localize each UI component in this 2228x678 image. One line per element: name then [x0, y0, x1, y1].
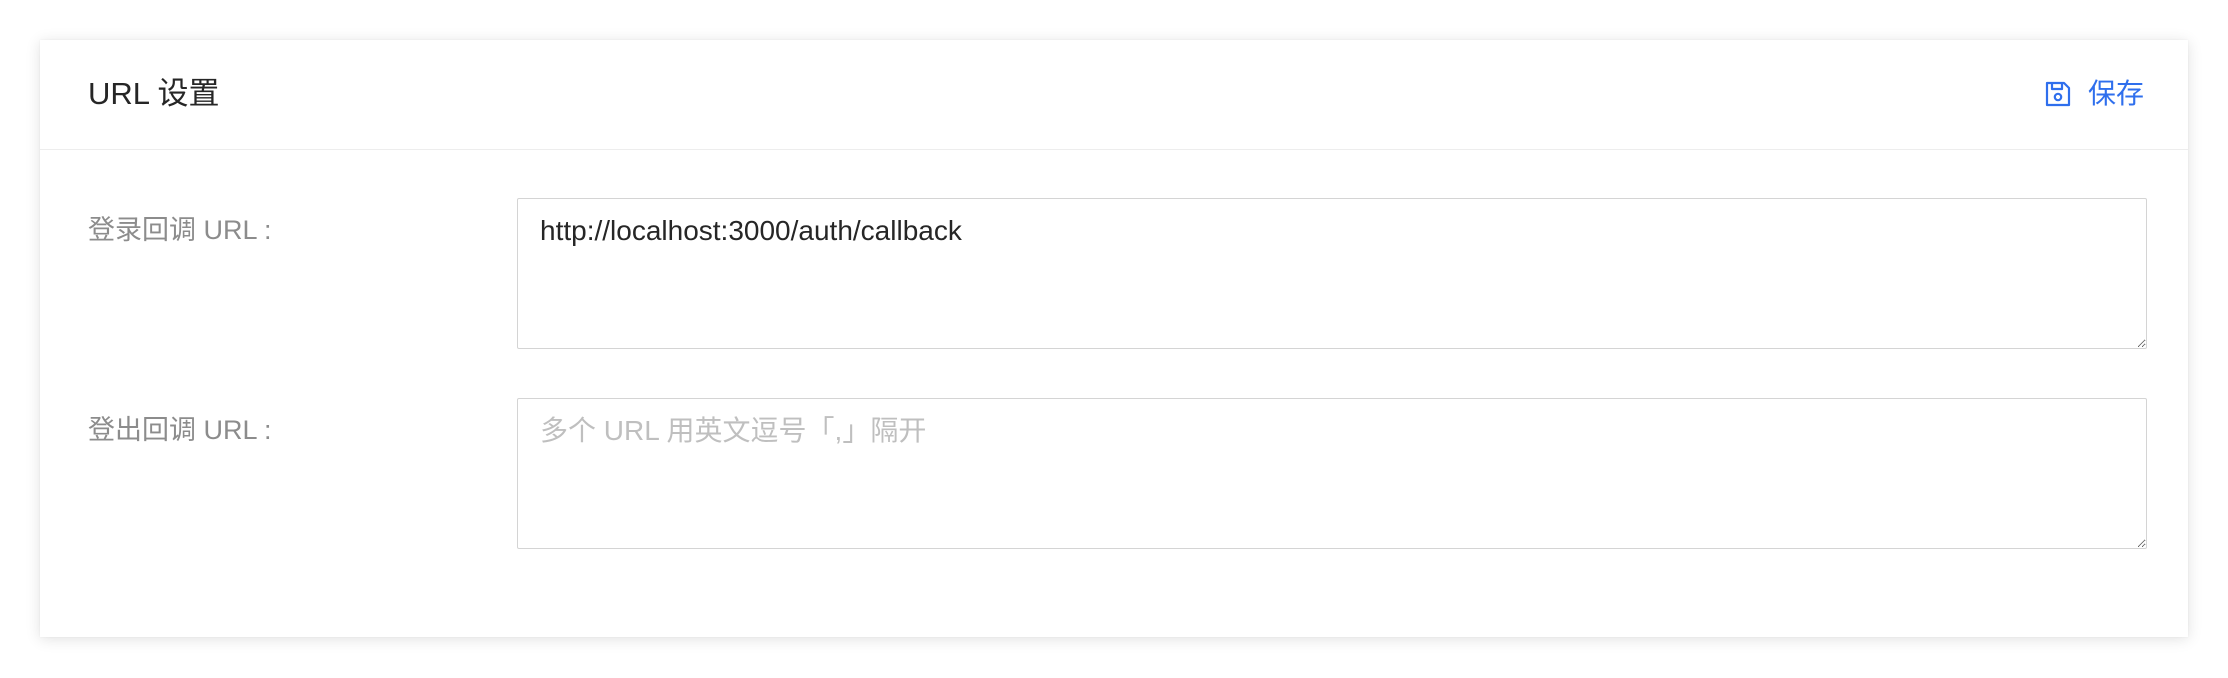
card-header: URL 设置 保存: [40, 40, 2188, 150]
logout-callback-input[interactable]: [517, 398, 2147, 549]
login-callback-row: 登录回调 URL : http://localhost:3000/auth/ca…: [40, 198, 2188, 349]
logout-callback-label: 登出回调 URL :: [88, 415, 272, 445]
save-label: 保存: [2087, 78, 2144, 109]
save-button[interactable]: 保存: [2044, 72, 2144, 116]
login-callback-input[interactable]: http://localhost:3000/auth/callback: [517, 198, 2147, 349]
save-icon: [2044, 80, 2072, 108]
url-settings-card: URL 设置 保存 登录回调 URL : http://localhost:30…: [40, 40, 2188, 637]
card-title: URL 设置: [88, 76, 220, 111]
logout-callback-row: 登出回调 URL :: [40, 398, 2188, 549]
login-callback-label: 登录回调 URL :: [88, 215, 272, 245]
